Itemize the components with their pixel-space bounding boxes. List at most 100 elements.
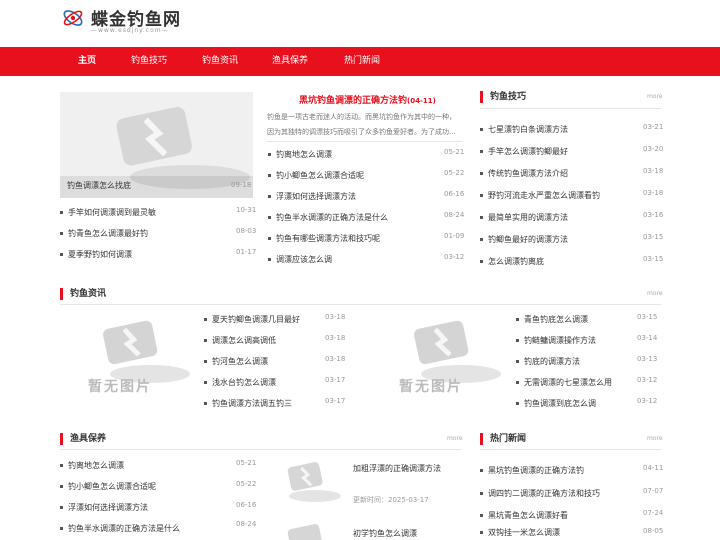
list-item[interactable]: 钓离地怎么调漂 [268, 148, 332, 162]
list-date: 03-18 [325, 334, 346, 342]
list-item[interactable]: 手竿怎么调漂钓鲫最好 [480, 145, 568, 159]
list-date: 05-21 [236, 459, 257, 467]
list-date: 07-07 [643, 487, 664, 495]
feature-date: 09-18 [231, 181, 252, 189]
divider [60, 304, 661, 305]
list-date: 03-17 [325, 376, 346, 384]
section-title-news[interactable]: 钓鱼资讯 [60, 287, 106, 301]
list-item[interactable]: 怎么调漂钓离底 [480, 255, 544, 269]
list-date: 03-12 [444, 253, 465, 261]
list-date: 03-18 [325, 355, 346, 363]
list-item[interactable]: 浮漂如何选择调漂方法 [268, 190, 356, 204]
gear-feature-title[interactable]: 加粗浮漂的正确调漂方法 [353, 463, 441, 474]
list-date: 04-11 [643, 464, 664, 472]
list-date: 01-09 [444, 232, 465, 240]
placeholder-text: 暂无图片 [399, 379, 463, 395]
list-date: 08-24 [444, 211, 465, 219]
list-date: 10-31 [236, 206, 257, 214]
list-item[interactable]: 钓鱼有哪些调漂方法和技巧呢 [268, 232, 380, 246]
list-item[interactable]: 钓底的调漂方法 [516, 355, 580, 369]
divider [480, 108, 661, 109]
feature-caption[interactable]: 钓鱼调漂怎么找底 [67, 180, 131, 191]
list-item[interactable]: 夏季野钓如何调漂 [60, 248, 132, 262]
list-item[interactable]: 手竿如何调漂调到最灵敏 [60, 206, 156, 220]
list-date: 05-22 [444, 169, 465, 177]
headline-summary: 因为其独特的调漂技巧而吸引了众多钓鱼爱好者。为了成功... [267, 128, 456, 136]
list-item[interactable]: 夏天钓鲫鱼调漂几目最好 [204, 313, 300, 327]
list-date: 03-18 [643, 189, 664, 197]
nav-fishing-skills[interactable]: 钓鱼技巧 [124, 47, 174, 76]
list-date: 03-17 [325, 397, 346, 405]
nav-home[interactable]: 主页 [70, 47, 104, 76]
list-date: 03-12 [637, 376, 658, 384]
gear-image-2[interactable] [265, 520, 345, 540]
gear-image-1[interactable] [265, 458, 345, 510]
list-date: 08-05 [643, 527, 664, 535]
list-item[interactable]: 黑坑钓鱼调漂的正确方法钓 [480, 464, 584, 478]
logo-icon[interactable] [61, 6, 85, 30]
headline-title[interactable]: 黑坑钓鱼调漂的正确方法钓(04-11) [299, 93, 436, 106]
list-date: 03-16 [643, 211, 664, 219]
divider [60, 449, 461, 450]
section-title-hot[interactable]: 热门新闻 [480, 432, 526, 446]
list-date: 03-18 [643, 167, 664, 175]
list-date: 03-13 [637, 355, 658, 363]
placeholder-text: 暂无图片 [88, 379, 152, 395]
nav-fishing-news[interactable]: 钓鱼资讯 [195, 47, 245, 76]
gear-feature-title-2[interactable]: 初学钓鱼怎么调漂 [353, 528, 417, 539]
nav-gear-care[interactable]: 渔具保养 [265, 47, 315, 76]
list-item[interactable]: 钓小鲫鱼怎么调漂合适呢 [60, 480, 156, 494]
list-item[interactable]: 青鱼钓底怎么调漂 [516, 313, 588, 327]
list-item[interactable]: 钓河鱼怎么调漂 [204, 355, 268, 369]
list-item[interactable]: 钓鱼调漂方法调五钓三 [204, 397, 292, 411]
list-date: 05-21 [444, 148, 465, 156]
list-date: 08-24 [236, 520, 257, 528]
list-item[interactable]: 浮漂如何选择调漂方法 [60, 501, 148, 515]
list-date: 01-17 [236, 248, 257, 256]
list-item[interactable]: 钓鱼调漂到底怎么调 [516, 397, 596, 411]
list-item[interactable]: 钓离地怎么调漂 [60, 459, 124, 473]
list-item[interactable]: 调四钓二调漂的正确方法和技巧 [480, 487, 600, 501]
list-item[interactable]: 钓鲢鳙调漂操作方法 [516, 334, 596, 348]
divider [480, 449, 661, 450]
list-item[interactable]: 调漂怎么调高调低 [204, 334, 276, 348]
main-nav: 主页 钓鱼技巧 钓鱼资讯 渔具保养 热门新闻 [0, 47, 720, 76]
list-item[interactable]: 钓小鲫鱼怎么调漂合适呢 [268, 169, 364, 183]
divider [267, 141, 463, 142]
list-date: 03-15 [643, 233, 664, 241]
news-image-1[interactable]: 暂无图片 [60, 310, 194, 408]
list-date: 03-15 [637, 313, 658, 321]
list-item[interactable]: 钓鲫鱼最好的调漂方法 [480, 233, 568, 247]
gear-feature-meta: 更新时间：2025-03-17 [353, 496, 429, 504]
section-title-gear[interactable]: 渔具保养 [60, 432, 106, 446]
list-item[interactable]: 调漂应该怎么调 [268, 253, 332, 267]
list-date: 03-21 [643, 123, 664, 131]
more-link[interactable]: more [647, 435, 663, 442]
list-item[interactable]: 最简单实用的调漂方法 [480, 211, 568, 225]
list-date: 08-03 [236, 227, 257, 235]
list-item[interactable]: 无需调漂的七星漂怎么用 [516, 376, 612, 390]
list-item[interactable]: 传统钓鱼调漂方法介绍 [480, 167, 568, 181]
list-date: 03-20 [643, 145, 664, 153]
headline-summary: 钓鱼是一项古老而迷人的活动。而黑坑钓鱼作为其中的一种， [267, 113, 456, 121]
list-item[interactable]: 七星漂钓白条调漂方法 [480, 123, 568, 137]
more-link[interactable]: more [647, 290, 663, 297]
list-item[interactable]: 双钩挂一米怎么调漂 [480, 526, 560, 540]
list-item[interactable]: 钓鱼半水调漂的正确方法是什么 [268, 211, 388, 225]
news-image-2[interactable]: 暂无图片 [371, 310, 505, 408]
list-date: 05-22 [236, 480, 257, 488]
list-item[interactable]: 浅水台钓怎么调漂 [204, 376, 276, 390]
list-date: 03-12 [637, 397, 658, 405]
nav-hot-news[interactable]: 热门新闻 [337, 47, 387, 76]
more-link[interactable]: more [647, 93, 663, 100]
list-date: 03-18 [325, 313, 346, 321]
list-item[interactable]: 黑坑青鱼怎么调漂好看 [480, 509, 568, 523]
list-item[interactable]: 野钓河流走水严重怎么调漂看钓 [480, 189, 600, 203]
list-item[interactable]: 钓鱼半水调漂的正确方法是什么 [60, 522, 180, 536]
more-link[interactable]: more [447, 435, 463, 442]
list-date: 06-16 [444, 190, 465, 198]
list-item[interactable]: 钓青鱼怎么调漂最好钓 [60, 227, 148, 241]
section-title-skills[interactable]: 钓鱼技巧 [480, 90, 526, 104]
site-url: —www.esdjny.com— [91, 27, 169, 34]
site-header: 蝶金钓鱼网 —www.esdjny.com— [0, 0, 720, 47]
